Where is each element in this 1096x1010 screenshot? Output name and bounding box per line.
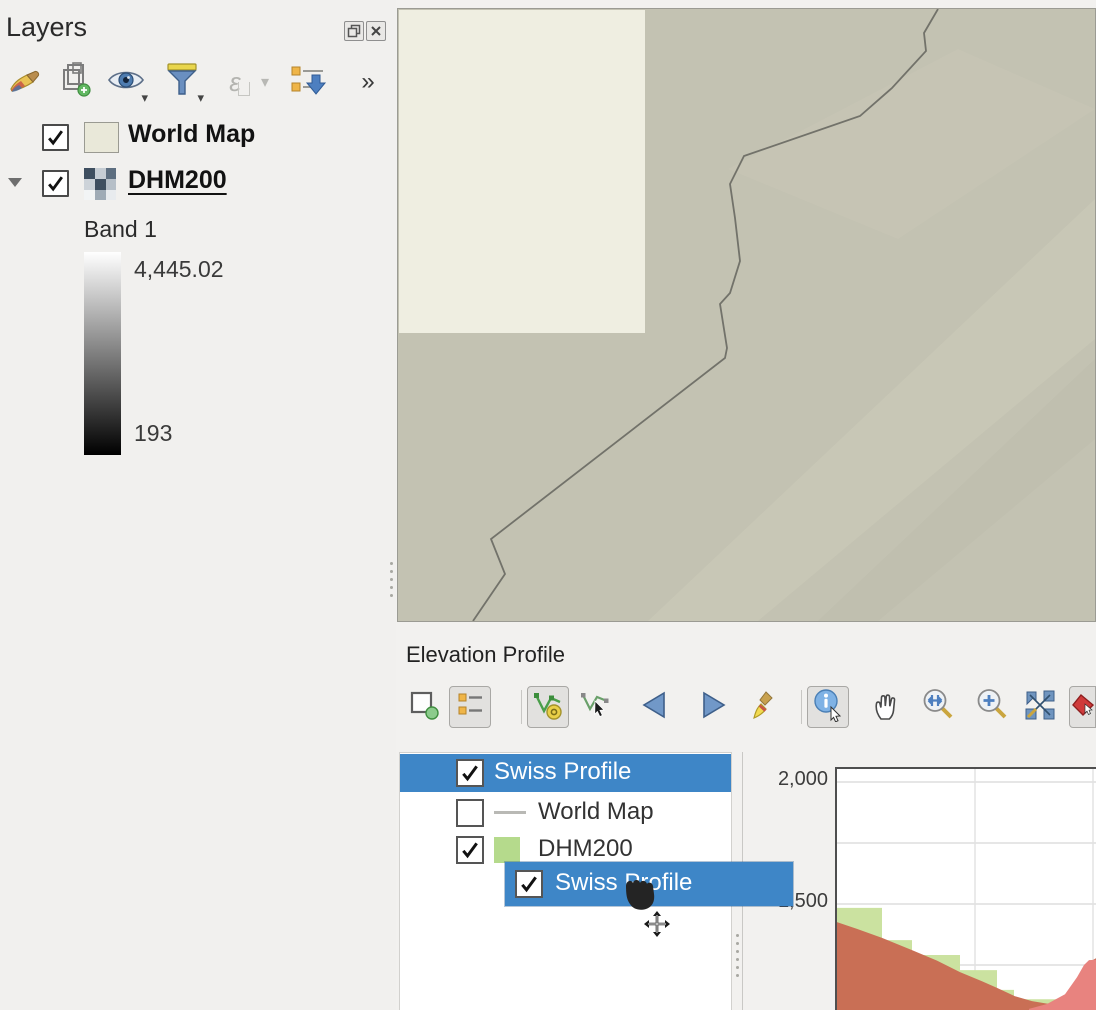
paintbrush-icon [7,63,43,102]
raster-layer-icon [84,168,116,205]
elevation-profile-panel: Elevation Profile [397,628,1096,1010]
toolbar-separator [521,690,522,724]
tree-checkbox[interactable] [456,836,484,864]
arrow-left-icon [640,690,668,725]
layer-row-dhm200[interactable]: DHM200 [0,166,396,202]
identify-features-button[interactable] [807,686,849,728]
tree-layer-name: World Map [538,798,654,826]
elevation-chart-plot [837,769,1096,1010]
zoom-full-button[interactable] [917,686,959,728]
map-canvas[interactable] [397,8,1096,622]
ramp-max-value: 4,445.02 [134,256,224,283]
collapse-expander-icon[interactable] [8,178,22,187]
map-render [398,9,1095,621]
add-layers-button[interactable] [403,686,445,728]
layer-tree-icon [455,690,485,725]
filter-expression-dropdown[interactable]: ▾ [252,62,278,102]
arrow-right-icon [700,690,728,725]
show-layer-tree-button[interactable] [449,686,491,728]
zoom-full-icon [920,687,956,728]
layer-name: DHM200 [128,166,227,195]
capture-curve-from-feature-button[interactable] [575,686,617,728]
open-layer-styling-button[interactable] [5,62,45,102]
panel-splitter-handle[interactable] [390,562,393,597]
line-symbol-swatch [494,811,526,814]
add-group-button[interactable] [57,62,97,102]
close-icon [370,25,382,37]
layers-panel-title: Layers [6,12,87,43]
ramp-min-value: 193 [134,420,172,447]
layer-swatch-world-map [84,122,119,153]
expand-all-icon [289,63,327,102]
qgis-workspace: Layers [0,0,1096,1010]
chevron-down-icon: ▾ [141,90,148,106]
epsilon-box-icon [238,82,250,96]
funnel-icon [165,62,199,103]
world-map-extent [399,10,645,333]
layer-checkbox[interactable] [42,170,69,197]
clear-button[interactable] [743,686,785,728]
float-window-icon [347,24,361,38]
grayscale-ramp [84,252,121,455]
eye-icon [106,64,146,101]
tree-checkbox[interactable] [515,870,543,898]
chevron-down-icon: ▾ [197,90,204,106]
zoom-in-icon [974,687,1010,728]
add-group-icon [60,62,94,103]
capture-curve-button[interactable] [527,686,569,728]
layer-name: World Map [128,120,255,149]
snapping-button[interactable] [1069,686,1096,728]
toolbar-overflow-button[interactable]: » [348,62,388,102]
overflow-chevrons: » [361,68,374,96]
tree-layer-name: DHM200 [538,835,633,863]
nudge-left-button[interactable] [633,686,675,728]
tree-row-swiss-profile[interactable]: Swiss Profile [400,754,731,792]
nudge-right-button[interactable] [693,686,735,728]
elevation-chart[interactable] [835,767,1096,1010]
splitter-handle[interactable] [736,934,739,977]
filter-by-expression-button[interactable]: ε [218,62,252,102]
grab-hand-icon [626,880,654,910]
tree-layer-name: Swiss Profile [494,758,631,786]
layers-toolbar: ▾ ▾ ε ▾ [0,60,396,104]
capture-curve-icon [532,689,564,726]
layer-row-world-map[interactable]: World Map [0,120,396,156]
capture-curve-from-feature-icon [580,689,612,726]
manage-map-themes-button[interactable]: ▾ [106,62,146,102]
expand-all-button[interactable] [288,62,328,102]
band-label: Band 1 [84,216,157,243]
zoom-full-extent-button[interactable] [1019,686,1061,728]
filter-legend-button[interactable]: ▾ [162,62,202,102]
layers-panel: Layers [0,0,396,1010]
identify-icon [811,688,845,727]
drag-cursor [610,866,674,947]
tree-checkbox[interactable] [456,759,484,787]
elevation-profile-title: Elevation Profile [406,642,565,668]
tree-checkbox[interactable] [456,799,484,827]
pan-button[interactable] [865,686,907,728]
hand-icon [870,688,902,727]
toolbar-separator [801,690,802,724]
snapping-icon [1071,691,1095,724]
elevation-toolbar [397,686,1096,732]
y-tick-label-2000: 2,000 [740,768,828,791]
float-panel-button[interactable] [344,21,364,41]
zoom-in-button[interactable] [971,686,1013,728]
zoom-full-extent-icon [1022,687,1058,728]
layer-checkbox[interactable] [42,124,69,151]
close-panel-button[interactable] [366,21,386,41]
add-layers-icon [408,689,440,726]
fill-symbol-swatch [494,837,520,863]
tree-row-world-map[interactable]: World Map [400,794,731,832]
chevron-down-icon: ▾ [261,72,269,92]
broom-icon [748,688,780,727]
